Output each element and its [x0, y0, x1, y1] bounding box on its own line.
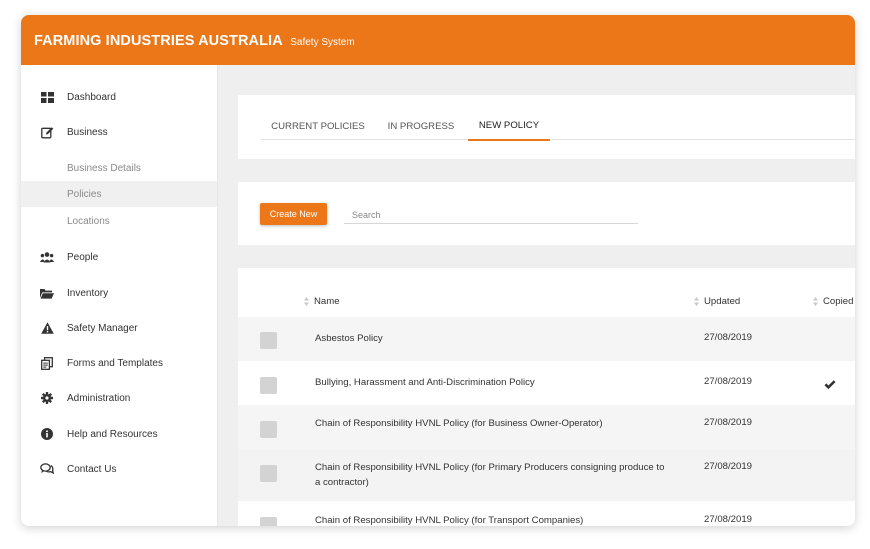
sidebar-item-label: Forms and Templates	[67, 357, 163, 369]
column-header-copied[interactable]: Copied	[813, 296, 853, 307]
header-bar: FARMING INDUSTRIES AUSTRALIA Safety Syst…	[21, 15, 855, 65]
sidebar-item-label: Help and Resources	[67, 428, 158, 440]
policy-name: Chain of Responsibility HVNL Policy (for…	[315, 515, 584, 526]
info-icon	[40, 427, 54, 441]
sidebar-item-contact-us[interactable]: Contact Us	[21, 458, 217, 480]
tab-in-progress[interactable]: IN PROGRESS	[385, 112, 457, 140]
folder-open-icon	[40, 286, 54, 300]
sort-icon	[694, 297, 699, 306]
sidebar-item-people[interactable]: People	[21, 246, 217, 268]
toolbar-card: Create New	[238, 182, 855, 245]
sidebar-item-label: Business	[67, 126, 108, 138]
row-checkbox[interactable]	[260, 377, 277, 394]
sidebar-subitem-policies[interactable]: Policies	[21, 181, 217, 207]
dashboard-grid-icon	[40, 90, 54, 104]
sidebar-item-dashboard[interactable]: Dashboard	[21, 86, 217, 108]
tab-new-policy[interactable]: NEW POLICY	[468, 112, 550, 141]
policy-name: Bullying, Harassment and Anti-Discrimina…	[315, 377, 535, 388]
sidebar-item-label: Dashboard	[67, 91, 116, 103]
brand-subtitle: Safety System	[290, 37, 355, 48]
sidebar-item-inventory[interactable]: Inventory	[21, 282, 217, 304]
search-input[interactable]	[344, 206, 638, 224]
policy-name: Chain of Responsibility HVNL Policy (for…	[315, 418, 603, 429]
column-header-label: Copied	[823, 296, 854, 307]
chat-icon	[40, 462, 54, 476]
brand[interactable]: FARMING INDUSTRIES AUSTRALIA Safety Syst…	[34, 32, 355, 50]
sidebar-item-safety-manager[interactable]: Safety Manager	[21, 317, 217, 339]
sidebar-item-forms-templates[interactable]: Forms and Templates	[21, 352, 217, 374]
policy-updated: 27/08/2019	[704, 461, 753, 472]
sidebar-item-label: Safety Manager	[67, 322, 138, 334]
sidebar-item-administration[interactable]: Administration	[21, 387, 217, 409]
app-window: FARMING INDUSTRIES AUSTRALIA Safety Syst…	[21, 15, 855, 526]
copied-check-icon	[824, 377, 836, 395]
gear-icon	[40, 391, 54, 405]
column-header-label: Updated	[704, 296, 741, 307]
sidebar-subitem-label: Policies	[67, 188, 102, 200]
create-new-button[interactable]: Create New	[260, 203, 327, 225]
sort-icon	[304, 297, 309, 306]
sidebar-item-help-resources[interactable]: Help and Resources	[21, 423, 217, 445]
column-header-name[interactable]: Name	[304, 296, 340, 307]
sidebar: Dashboard Business Business Details Poli…	[21, 65, 218, 526]
policy-updated: 27/08/2019	[704, 417, 753, 428]
documents-icon	[40, 356, 54, 370]
policy-name: Asbestos Policy	[315, 333, 383, 344]
brand-title: FARMING INDUSTRIES AUSTRALIA	[34, 33, 283, 49]
edit-icon	[40, 125, 54, 139]
row-checkbox[interactable]	[260, 517, 277, 526]
table-row[interactable]: Asbestos Policy 27/08/2019	[238, 317, 855, 361]
sidebar-subitem-business-details[interactable]: Business Details	[21, 155, 217, 181]
policies-table: Name Updated Copied Asbestos Policy 27/0…	[238, 268, 855, 526]
table-row[interactable]: Chain of Responsibility HVNL Policy (for…	[238, 405, 855, 449]
main-content: CURRENT POLICIES IN PROGRESS NEW POLICY …	[217, 65, 855, 526]
users-icon	[40, 250, 54, 264]
sort-icon	[813, 297, 818, 306]
sidebar-subitem-locations[interactable]: Locations	[21, 208, 217, 234]
policy-updated: 27/08/2019	[704, 376, 753, 387]
sidebar-subitem-label: Business Details	[67, 162, 141, 174]
table-row[interactable]: Bullying, Harassment and Anti-Discrimina…	[238, 361, 855, 405]
policy-updated: 27/08/2019	[704, 332, 753, 343]
sidebar-item-label: People	[67, 251, 99, 263]
row-checkbox[interactable]	[260, 465, 277, 482]
tab-current-policies[interactable]: CURRENT POLICIES	[270, 112, 366, 140]
column-header-label: Name	[314, 296, 340, 307]
sidebar-item-label: Inventory	[67, 287, 109, 299]
sidebar-item-label: Administration	[67, 392, 131, 404]
sidebar-item-business[interactable]: Business	[21, 121, 217, 143]
warning-icon	[40, 321, 54, 335]
tabs-card: CURRENT POLICIES IN PROGRESS NEW POLICY	[238, 95, 855, 159]
policy-name: Chain of Responsibility HVNL Policy (for…	[315, 462, 665, 488]
table-row[interactable]: Chain of Responsibility HVNL Policy (for…	[238, 501, 855, 526]
policy-updated: 27/08/2019	[704, 514, 753, 525]
column-header-updated[interactable]: Updated	[694, 296, 740, 307]
sidebar-item-label: Contact Us	[67, 463, 117, 475]
sidebar-subitem-label: Locations	[67, 215, 110, 227]
row-checkbox[interactable]	[260, 332, 277, 349]
row-checkbox[interactable]	[260, 421, 277, 438]
tabs-divider	[261, 139, 855, 140]
table-row[interactable]: Chain of Responsibility HVNL Policy (for…	[238, 449, 855, 501]
